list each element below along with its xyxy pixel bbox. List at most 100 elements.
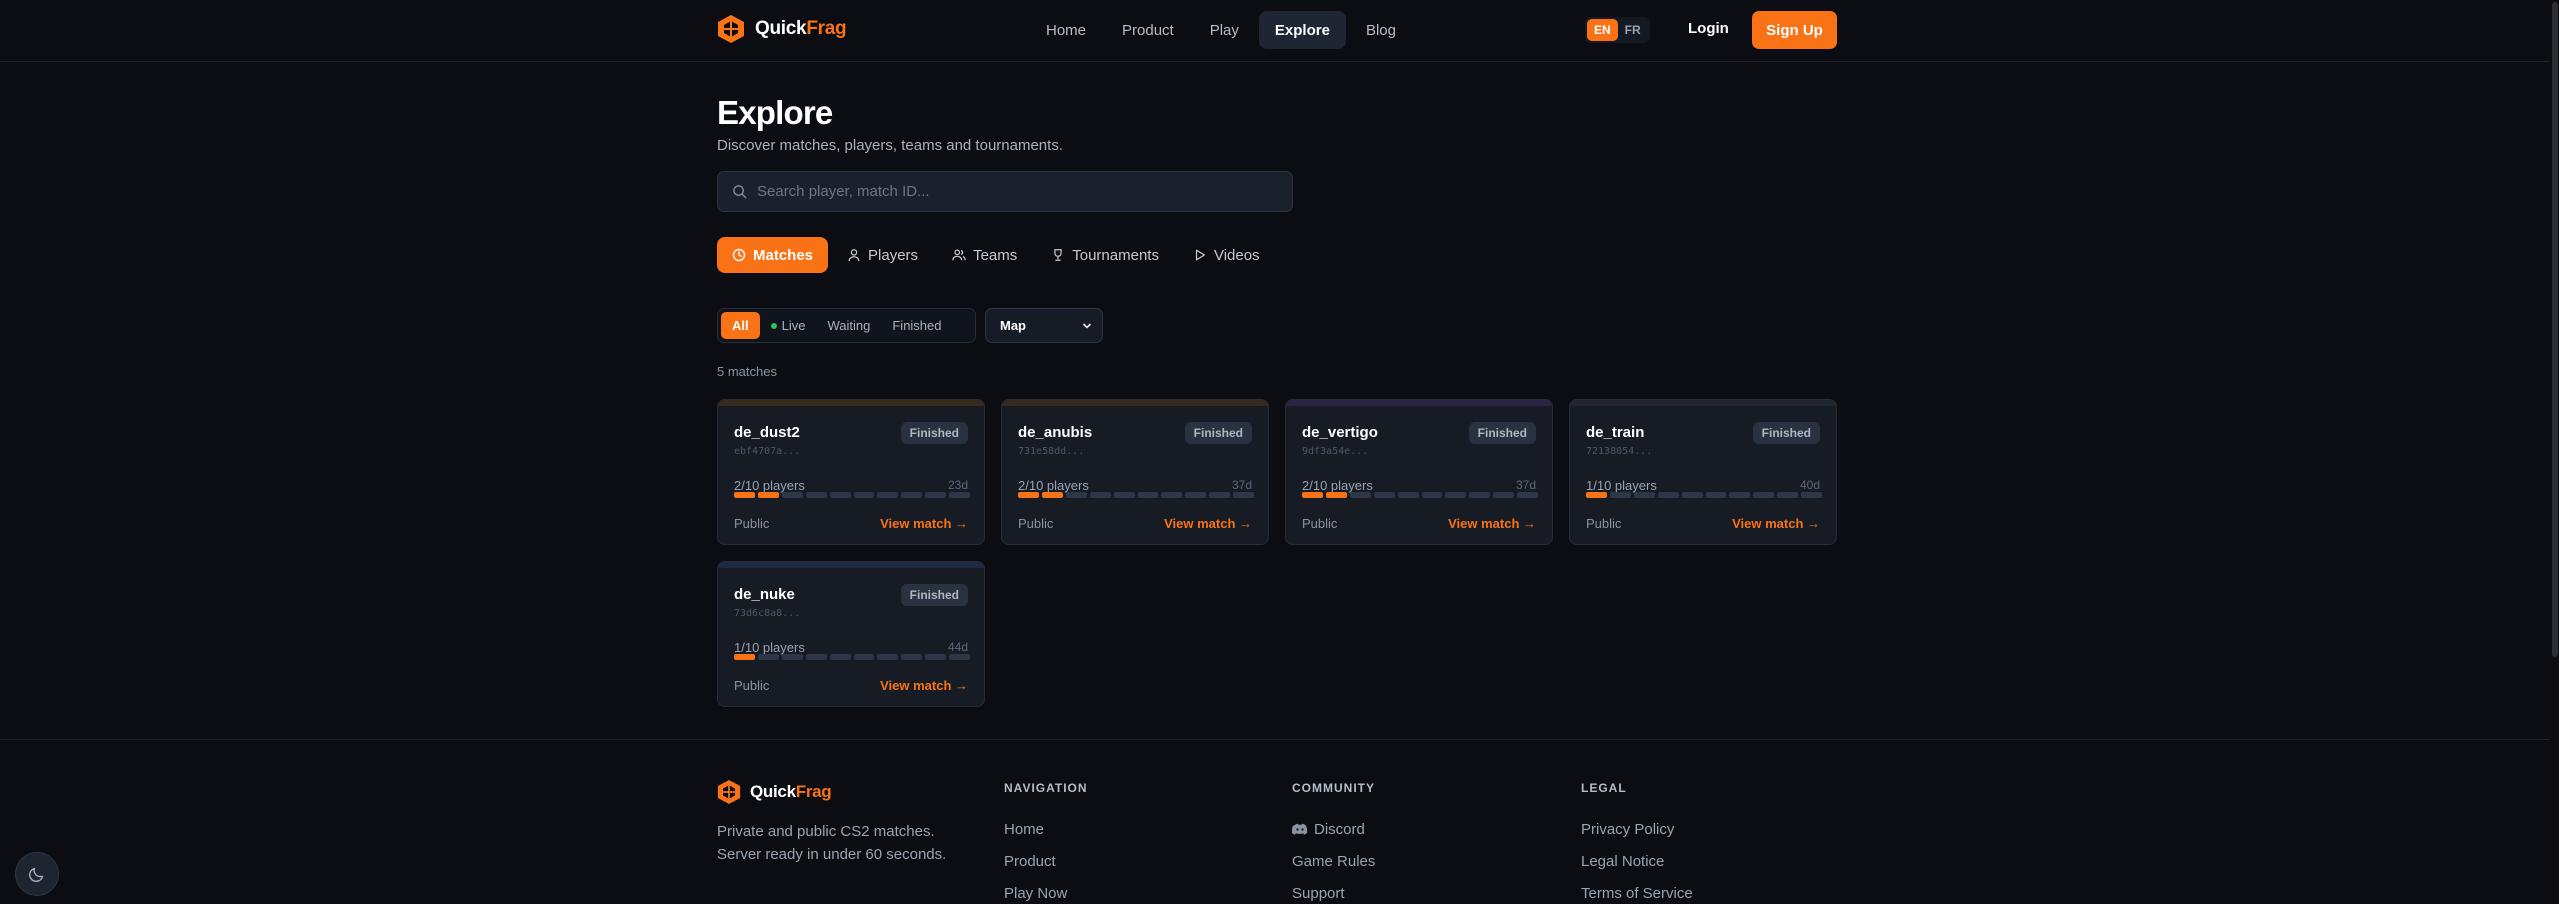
footer-brand[interactable]: QuickFrag — [717, 779, 832, 805]
match-age: 40d — [1799, 478, 1820, 492]
footer-link-support[interactable]: Support — [1292, 877, 1375, 904]
footer-link-product[interactable]: Product — [1004, 845, 1088, 877]
player-slots-bar — [1302, 492, 1539, 498]
filter-waiting[interactable]: Waiting — [816, 312, 881, 339]
player-slot — [757, 654, 779, 660]
filter-live[interactable]: Live — [760, 312, 817, 339]
tab-matches[interactable]: Matches — [717, 237, 829, 273]
main-nav: Home Product Play Explore Blog — [1030, 11, 1416, 49]
match-map-name: de_train — [1586, 424, 1645, 441]
player-slot — [1373, 492, 1395, 498]
match-id: 73d6c8a8... — [734, 608, 801, 619]
status-filter: All Live Waiting Finished — [717, 308, 976, 343]
player-slot — [1113, 492, 1135, 498]
tab-players[interactable]: Players — [832, 237, 933, 273]
results-count: 5 matches — [717, 364, 777, 379]
tab-tournaments[interactable]: Tournaments — [1036, 237, 1174, 273]
tab-videos[interactable]: Videos — [1178, 237, 1275, 273]
match-card[interactable]: de_vertigo 9df3a54e... Finished 2/10 player… — [1285, 399, 1553, 545]
player-count: 1/10 players — [734, 640, 805, 655]
map-select[interactable]: Map — [985, 308, 1103, 343]
player-slot — [1041, 492, 1063, 498]
player-slot — [1633, 492, 1655, 498]
match-id: 731e58dd... — [1018, 446, 1085, 457]
theme-toggle-button[interactable] — [15, 852, 59, 896]
nav-explore[interactable]: Explore — [1258, 11, 1346, 49]
player-slot — [1445, 492, 1467, 498]
status-badge: Finished — [1468, 422, 1536, 444]
match-id: 72138054... — [1586, 446, 1653, 457]
card-map-banner — [1286, 400, 1552, 406]
match-age: 37d — [1515, 478, 1536, 492]
player-slot — [1609, 492, 1631, 498]
match-card[interactable]: de_dust2 ebf4707a... Finished 2/10 players 2… — [717, 399, 985, 545]
status-badge: Finished — [900, 584, 968, 606]
player-slot — [805, 654, 827, 660]
trophy-icon — [1054, 249, 1062, 261]
card-map-banner — [1570, 400, 1836, 406]
player-slot — [901, 492, 923, 498]
footer-link-home[interactable]: Home — [1004, 813, 1088, 845]
footer-link-game-rules[interactable]: Game Rules — [1292, 845, 1375, 877]
filter-finished[interactable]: Finished — [881, 312, 952, 339]
discord-icon — [1292, 823, 1308, 835]
site-footer: QuickFrag Private and public CS2 matches… — [0, 739, 2559, 904]
player-slot — [1517, 492, 1539, 498]
signup-button[interactable]: Sign Up — [1752, 11, 1837, 49]
footer-link-terms[interactable]: Terms of Service — [1581, 877, 1693, 904]
player-slot — [1137, 492, 1159, 498]
match-card[interactable]: de_anubis 731e58dd... Finished 2/10 players… — [1001, 399, 1269, 545]
search-input[interactable] — [757, 183, 1292, 200]
map-select-value: Map — [1000, 318, 1026, 333]
view-match-link[interactable]: View match → — [1448, 516, 1536, 531]
match-card[interactable]: de_nuke 73d6c8a8... Finished 1/10 players 44… — [717, 561, 985, 707]
tab-teams[interactable]: Teams — [937, 237, 1032, 273]
footer-link-privacy[interactable]: Privacy Policy — [1581, 813, 1693, 845]
match-visibility: Public — [1302, 516, 1338, 531]
search-box[interactable] — [717, 171, 1293, 212]
player-count: 1/10 players — [1586, 478, 1657, 493]
footer-link-discord[interactable]: Discord — [1292, 813, 1375, 845]
login-link[interactable]: Login — [1688, 20, 1729, 37]
player-slot — [1302, 492, 1323, 498]
view-match-link[interactable]: View match → — [1732, 516, 1820, 531]
nav-home[interactable]: Home — [1030, 11, 1102, 49]
player-slot — [1493, 492, 1515, 498]
lang-fr[interactable]: FR — [1618, 19, 1648, 41]
player-slot — [1801, 492, 1823, 498]
page-subtitle: Discover matches, players, teams and tou… — [717, 137, 1063, 154]
view-match-link[interactable]: View match → — [1164, 516, 1252, 531]
match-map-name: de_dust2 — [734, 424, 800, 441]
lang-en[interactable]: EN — [1587, 19, 1618, 41]
match-id: 9df3a54e... — [1302, 446, 1369, 457]
player-slot — [1349, 492, 1371, 498]
match-visibility: Public — [734, 516, 770, 531]
view-match-link[interactable]: View match → — [880, 678, 968, 693]
match-age: 23d — [947, 478, 968, 492]
match-visibility: Public — [734, 678, 770, 693]
footer-link-legal-notice[interactable]: Legal Notice — [1581, 845, 1693, 877]
player-slot — [877, 654, 899, 660]
player-slot — [1233, 492, 1255, 498]
player-slots-bar — [734, 492, 971, 498]
footer-link-play-now[interactable]: Play Now — [1004, 877, 1088, 904]
match-map-name: de_vertigo — [1302, 424, 1378, 441]
nav-product[interactable]: Product — [1106, 11, 1190, 49]
view-match-link[interactable]: View match → — [880, 516, 968, 531]
status-badge: Finished — [900, 422, 968, 444]
player-slot — [877, 492, 899, 498]
live-dot-icon — [770, 322, 777, 329]
filter-all[interactable]: All — [721, 312, 760, 339]
player-slot — [829, 654, 851, 660]
match-card[interactable]: de_train 72138054... Finished 1/10 players 4… — [1569, 399, 1837, 545]
brand-logo[interactable]: QuickFrag — [717, 14, 847, 44]
scrollbar-thumb[interactable] — [2552, 2, 2558, 657]
nav-blog[interactable]: Blog — [1350, 11, 1412, 49]
footer-navigation-title: NAVIGATION — [1004, 781, 1088, 795]
footer-community: COMMUNITY Discord Game Rules Support — [1292, 781, 1375, 904]
player-slot — [925, 492, 947, 498]
footer-brand-name: QuickFrag — [750, 782, 832, 801]
nav-play[interactable]: Play — [1194, 11, 1255, 49]
player-slot — [853, 492, 875, 498]
logo-icon — [718, 15, 744, 43]
